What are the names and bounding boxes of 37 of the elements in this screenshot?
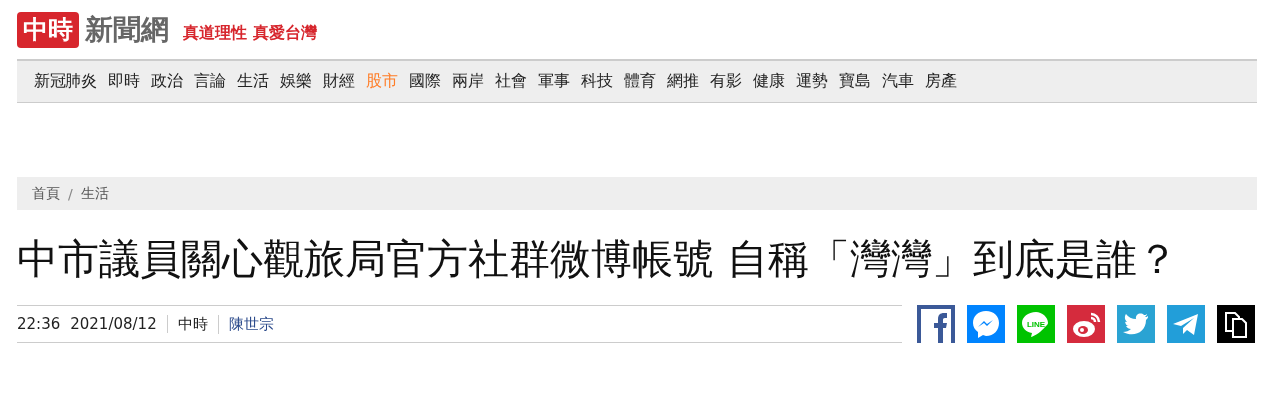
nav-item[interactable]: 運勢 xyxy=(796,71,827,92)
publish-date: 2021/08/12 xyxy=(70,315,168,333)
logo-mark[interactable]: 中時 xyxy=(17,11,79,48)
copy-icon[interactable] xyxy=(1217,305,1255,343)
breadcrumb-link[interactable]: 生活 xyxy=(80,184,109,203)
logo-text: 新聞網 xyxy=(85,11,169,48)
nav-item[interactable]: 軍事 xyxy=(538,71,569,92)
paper-plane-icon[interactable] xyxy=(1167,305,1205,343)
nav-item[interactable]: 有影 xyxy=(710,71,741,92)
article-title: 中市議員關心觀旅局官方社群微博帳號 自稱「灣灣」到底是誰？ xyxy=(17,234,1180,285)
messenger-icon[interactable] xyxy=(967,305,1005,343)
nav-item[interactable]: 言論 xyxy=(194,71,225,92)
facebook-icon[interactable] xyxy=(917,305,955,343)
nav-item[interactable]: 即時 xyxy=(108,71,139,92)
weibo-icon[interactable] xyxy=(1067,305,1105,343)
nav-item[interactable]: 健康 xyxy=(753,71,784,92)
nav-item[interactable]: 娛樂 xyxy=(280,71,311,92)
author-link[interactable]: 陳世宗 xyxy=(218,314,274,334)
nav-item[interactable]: 體育 xyxy=(624,71,655,92)
nav-item[interactable]: 科技 xyxy=(581,71,612,92)
publish-time: 22:36 xyxy=(17,315,61,333)
nav-item[interactable]: 生活 xyxy=(237,71,268,92)
nav-item[interactable]: 政治 xyxy=(151,71,182,92)
nav-item[interactable]: 兩岸 xyxy=(452,71,483,92)
nav-item[interactable]: 房產 xyxy=(925,71,956,92)
source: 中時 xyxy=(167,314,219,334)
breadcrumb-link[interactable]: 首頁 xyxy=(32,184,60,203)
nav-item[interactable]: 汽車 xyxy=(882,71,913,92)
nav-item[interactable]: 財經 xyxy=(323,71,354,92)
nav-item[interactable]: 寶島 xyxy=(839,71,870,92)
nav-item[interactable]: 網推 xyxy=(667,71,698,92)
nav-item[interactable]: 社會 xyxy=(495,71,526,92)
breadcrumb-separator: / xyxy=(68,185,73,202)
slogan: 真道理性 真愛台灣 xyxy=(183,23,317,44)
nav-item[interactable]: 新冠肺炎 xyxy=(34,71,96,92)
bird-icon[interactable] xyxy=(1117,305,1155,343)
nav-item[interactable]: 國際 xyxy=(409,71,440,92)
